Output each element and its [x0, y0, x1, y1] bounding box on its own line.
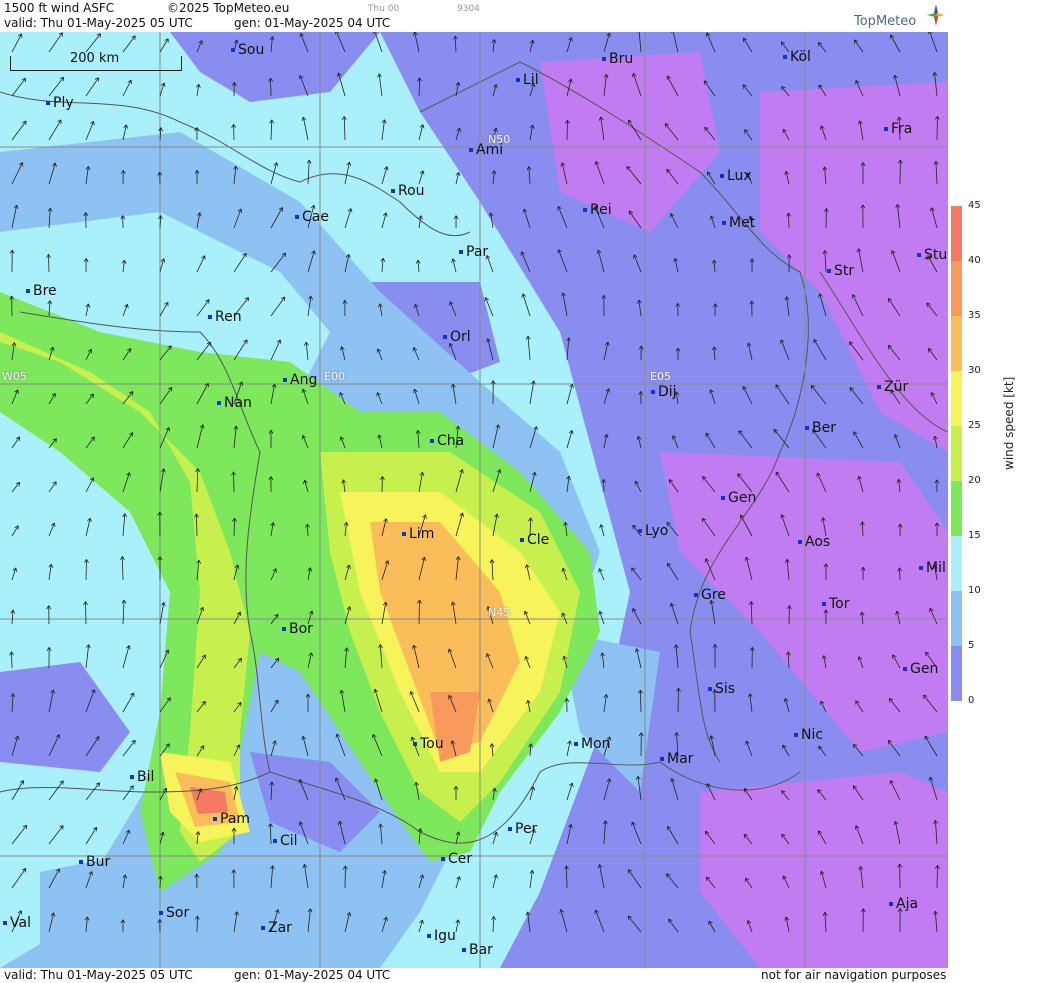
city-label: Str: [827, 263, 854, 279]
legend-tick: 15: [968, 530, 981, 541]
city-label: Cha: [430, 433, 464, 449]
city-label: Bre: [26, 283, 57, 299]
footer: valid: Thu 01-May-2025 05 UTC gen: 01-Ma…: [0, 968, 948, 983]
city-label: Zür: [877, 379, 908, 395]
city-label: Per: [508, 821, 537, 837]
valid-time: valid: Thu 01-May-2025 05 UTC: [4, 16, 193, 30]
city-label: Lil: [516, 72, 539, 88]
city-label: Lim: [402, 526, 434, 542]
city-label: Bar: [462, 942, 493, 958]
wind-field: [0, 32, 948, 968]
city-label: Ber: [805, 420, 836, 436]
city-label: Nan: [217, 395, 252, 411]
color-scale-bar: [951, 206, 962, 701]
legend: 45 40 35 30 25 20 15 10 5 0 wind speed […: [948, 0, 1039, 983]
city-label: Par: [459, 244, 488, 260]
city-label: Ami: [469, 142, 503, 158]
legend-tick: 10: [968, 585, 981, 596]
legend-unit-label: wind speed [kt]: [1002, 376, 1016, 470]
grid-label-e05: E05: [650, 370, 671, 383]
city-label: Köl: [783, 49, 811, 65]
header-small-code: 9304: [457, 4, 480, 14]
city-label: Lux: [720, 168, 752, 184]
city-label: Bur: [79, 854, 110, 870]
city-label: Tou: [413, 736, 444, 752]
city-label: Mar: [660, 751, 693, 767]
city-label: Fra: [884, 121, 912, 137]
city-label: Bru: [602, 51, 633, 67]
topmeteo-logo-icon: [927, 4, 945, 26]
city-label: Sis: [708, 681, 735, 697]
footer-gen-time: gen: 01-May-2025 04 UTC: [234, 968, 391, 982]
legend-tick: 35: [968, 310, 981, 321]
city-label: Ren: [208, 309, 242, 325]
city-label: Mon: [574, 736, 611, 752]
city-label: Met: [722, 215, 755, 231]
legend-tick: 5: [968, 640, 975, 651]
product-title: 1500 ft wind ASFC: [4, 1, 115, 15]
city-label: Cle: [520, 532, 549, 548]
city-label: Pam: [213, 811, 250, 827]
city-label: Gen: [903, 661, 938, 677]
legend-tick: 30: [968, 365, 981, 376]
city-label: Orl: [443, 329, 471, 345]
city-label: Rou: [391, 183, 425, 199]
copyright: ©2025 TopMeteo.eu: [167, 1, 290, 15]
city-label: Gen: [721, 490, 756, 506]
footer-valid-time: valid: Thu 01-May-2025 05 UTC: [4, 968, 193, 982]
legend-tick: 0: [968, 695, 975, 706]
city-label: Ply: [46, 95, 74, 111]
city-label: Sou: [231, 42, 264, 58]
city-label: Tor: [822, 596, 850, 612]
brand-name: TopMeteo: [854, 14, 917, 29]
city-label: Dij: [651, 384, 677, 400]
city-label: Aja: [889, 896, 918, 912]
footer-disclaimer: not for air navigation purposes: [761, 968, 947, 982]
city-label: Zar: [261, 920, 292, 936]
header-small-run: Thu 00: [368, 4, 400, 14]
legend-tick: 40: [968, 255, 981, 266]
city-label: Mil: [919, 560, 946, 576]
grid-label-n45: N45: [488, 606, 511, 619]
city-label: Cae: [295, 209, 329, 225]
city-label: Igu: [427, 928, 456, 944]
city-label: Ang: [283, 372, 317, 388]
legend-tick: 20: [968, 475, 981, 486]
gen-time: gen: 01-May-2025 04 UTC: [234, 16, 391, 30]
city-label: Bil: [130, 769, 154, 785]
scale-label: 200 km: [70, 51, 120, 66]
grid-label-w05: W05: [2, 370, 27, 383]
city-label: Lyo: [638, 523, 668, 539]
city-label: Gre: [694, 587, 726, 603]
city-label: Cil: [273, 833, 298, 849]
wind-map: 200 km N50 E00 W05 E05 N45 Sou Ply Lil B…: [0, 32, 948, 968]
city-label: Aos: [798, 534, 830, 550]
header: 1500 ft wind ASFC ©2025 TopMeteo.eu Thu …: [0, 0, 948, 32]
grid-label-e00: E00: [324, 370, 345, 383]
city-label: Nic: [794, 727, 823, 743]
city-label: Sor: [159, 905, 189, 921]
city-label: Stu: [917, 247, 947, 263]
legend-tick: 25: [968, 420, 981, 431]
city-label: Cer: [441, 851, 472, 867]
city-label: Val: [3, 915, 31, 931]
city-label: Bor: [282, 621, 313, 637]
legend-tick: 45: [968, 200, 981, 211]
city-label: Rei: [583, 202, 612, 218]
